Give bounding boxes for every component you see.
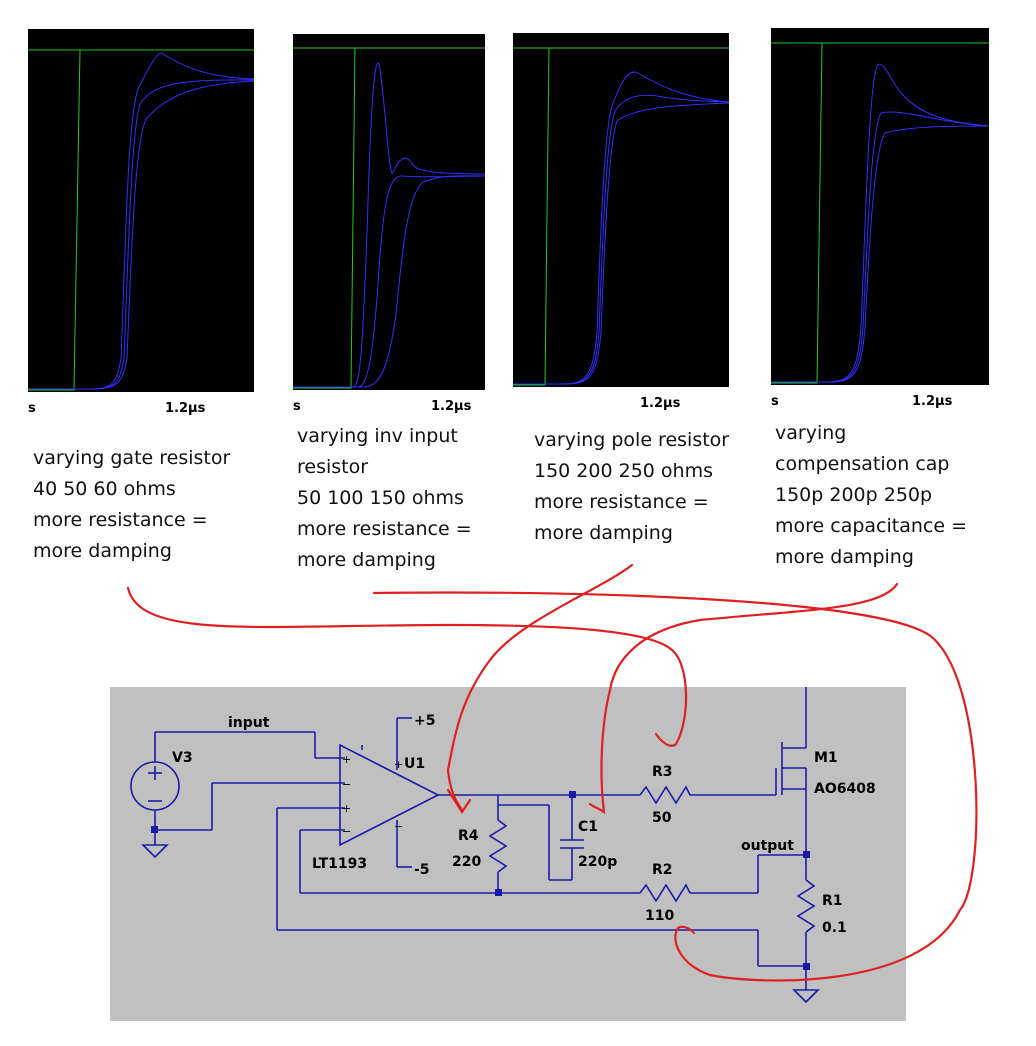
label-r3-val: 50 xyxy=(652,810,672,826)
label-m1: M1 xyxy=(814,750,838,766)
label-output: output xyxy=(741,838,794,854)
ground-symbol-r1 xyxy=(792,989,820,1004)
label-input: input xyxy=(228,715,270,731)
opamp-plus-1: + xyxy=(342,753,351,766)
opamp-minus-1: − xyxy=(342,778,351,791)
resistor-r2 xyxy=(639,883,691,903)
arrow-inv-input-resistor xyxy=(372,591,978,982)
label-r4-val: 220 xyxy=(452,854,481,870)
resistor-r4 xyxy=(488,819,508,873)
arrow-gate-resistor xyxy=(126,586,688,747)
label-r2-val: 110 xyxy=(645,908,674,924)
resistor-r1 xyxy=(796,879,816,933)
arrow-pole-resistor xyxy=(446,563,634,815)
label-c1: C1 xyxy=(578,819,598,835)
label-r1: R1 xyxy=(822,893,843,909)
annotation-arrows xyxy=(126,563,978,982)
arrow-compensation-cap xyxy=(588,582,899,815)
label-r1-val: 0.1 xyxy=(822,920,847,936)
opamp-plus-3: + xyxy=(394,758,403,771)
label-m1-model: AO6408 xyxy=(814,781,876,797)
label-v3: V3 xyxy=(172,750,193,766)
opamp-plus-2: + xyxy=(342,802,351,815)
label-u1: U1 xyxy=(404,756,425,772)
ground-symbol-v3 xyxy=(141,844,169,859)
opamp-minus-2: − xyxy=(342,825,351,838)
label-vneg: -5 xyxy=(414,862,430,878)
label-r3: R3 xyxy=(652,764,673,780)
label-r2: R2 xyxy=(652,862,673,878)
label-r4: R4 xyxy=(458,828,479,844)
opamp-minus-3: − xyxy=(394,820,403,833)
resistor-r3 xyxy=(639,785,691,805)
label-u1-model: LT1193 xyxy=(312,856,367,872)
schematic-diagram: input V3 +5 U1 LT1193 -5 R4 220 C1 220p … xyxy=(126,563,978,1004)
label-c1-val: 220p xyxy=(578,854,617,870)
label-vpos: +5 xyxy=(414,713,435,729)
